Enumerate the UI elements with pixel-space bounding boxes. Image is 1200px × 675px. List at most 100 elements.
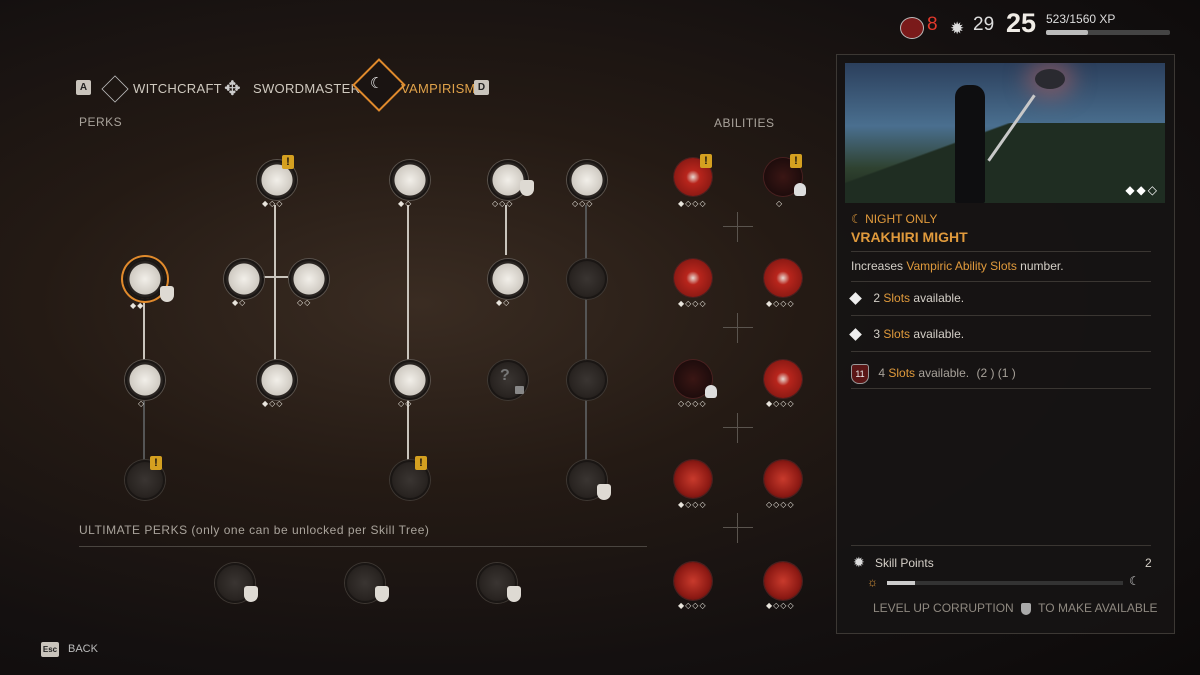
tab-next-key[interactable]: D — [474, 80, 489, 95]
perk-description: Increases Vampiric Ability Slots number. — [851, 259, 1151, 273]
perk-node[interactable] — [390, 360, 430, 400]
rank-diamonds: ◆◆◇ — [1125, 183, 1159, 197]
rank-3-word: Slots — [888, 366, 916, 381]
vampire-badge-icon — [1021, 602, 1032, 615]
perk-connector — [585, 205, 587, 460]
vampire-badge-icon — [597, 484, 611, 500]
ability-node[interactable] — [674, 562, 712, 600]
rank-dots: ◆◇◇ — [262, 199, 284, 208]
rank-2-word: Slots — [883, 327, 911, 341]
skill-points-value: 29 — [973, 14, 995, 35]
rank-dots: ◇ — [138, 399, 146, 408]
skill-points-label: Skill Points — [875, 556, 934, 570]
skull-icon — [705, 385, 717, 398]
perk-node[interactable] — [289, 259, 329, 299]
perk-connector — [407, 400, 409, 460]
perks-heading: PERKS — [79, 115, 123, 129]
rank-1-count: 2 — [873, 291, 881, 305]
rank-dots: ◆◇◇◇ — [766, 299, 795, 308]
rank-1-row: 2 Slots available. — [849, 291, 1151, 306]
perk-node[interactable] — [488, 259, 528, 299]
ability-node[interactable] — [764, 460, 802, 498]
detail-panel: ◆◆◇ ☾ NIGHT ONLY VRAKHIRI MIGHT Increase… — [836, 54, 1175, 634]
ability-node[interactable] — [764, 259, 802, 297]
perk-connector — [262, 276, 288, 278]
rank-3-row: 11 4 Slots available. (2 ) (1 ) — [851, 364, 1151, 384]
question-mark-icon: ? — [500, 367, 510, 384]
corruption-icon — [900, 17, 924, 39]
divider — [851, 388, 1151, 389]
corruption-value: 8 — [927, 14, 938, 35]
witchcraft-icon — [101, 75, 129, 103]
artwork-moon — [1035, 69, 1065, 89]
corruption-progress-bar — [887, 581, 1123, 585]
tab-witchcraft[interactable]: WITCHCRAFT — [133, 81, 222, 96]
ability-node[interactable] — [674, 259, 712, 297]
rank-dots: ◇◇ — [398, 399, 413, 408]
perk-node[interactable] — [224, 259, 264, 299]
tab-prev-key[interactable]: A — [76, 80, 91, 95]
rank-dots: ◇◇◇◇ — [766, 500, 795, 509]
swordmastery-icon: ✥ — [224, 78, 241, 100]
vampire-badge-icon — [160, 286, 174, 302]
rank-dots: ◆◇◇ — [262, 399, 284, 408]
abilities-heading: ABILITIES — [714, 116, 775, 130]
tab-vampirism[interactable]: VAMPIRISM — [401, 81, 476, 96]
esc-key[interactable]: Esc — [41, 642, 59, 657]
perk-node-locked[interactable] — [567, 259, 607, 299]
perk-node-locked[interactable] — [567, 360, 607, 400]
xp-text: 523/1560 XP — [1046, 12, 1116, 26]
ability-slot-cross — [723, 212, 753, 242]
ability-slot-cross — [723, 413, 753, 443]
perk-connector — [505, 205, 507, 255]
perk-connector — [407, 205, 409, 360]
ultimate-divider — [79, 546, 647, 547]
rank-dots: ◆◇ — [496, 298, 511, 307]
level-up-hint: LEVEL UP CORRUPTION TO MAKE AVAILABLE — [873, 601, 1158, 615]
rank-dots: ◇ — [776, 199, 784, 208]
corruption-progress-fill — [887, 581, 916, 585]
corruption-badge-icon: 11 — [851, 364, 869, 384]
perk-artwork: ◆◆◇ — [845, 63, 1165, 203]
xp-bar — [1046, 30, 1170, 35]
moon-icon: ☾ — [1129, 574, 1140, 588]
rank-dots: ◇◇ — [297, 298, 312, 307]
warning-icon: ! — [700, 154, 712, 168]
ability-node[interactable] — [764, 360, 802, 398]
ability-node[interactable] — [764, 562, 802, 600]
rank-dots: ◆◇◇◇ — [678, 500, 707, 509]
level-up-text-end: TO MAKE AVAILABLE — [1038, 601, 1158, 615]
rank-1-rest: available. — [910, 291, 965, 305]
divider — [851, 281, 1151, 282]
desc-text-end: number. — [1016, 259, 1064, 273]
divider — [851, 251, 1151, 252]
desc-text: Increases — [851, 259, 907, 273]
desc-highlight: Vampiric Ability Slots — [906, 259, 1017, 273]
warning-icon: ! — [790, 154, 802, 168]
perk-connector — [274, 205, 276, 360]
rank-dots: ◆◇◇◇ — [766, 399, 795, 408]
rank-dots: ◆◆ — [130, 301, 145, 310]
perk-connector — [143, 400, 145, 460]
vampire-badge-icon — [375, 586, 389, 602]
rank-dots: ◆◇◇◇ — [678, 199, 707, 208]
perk-node[interactable] — [567, 160, 607, 200]
vampire-badge-icon — [520, 180, 534, 196]
back-button[interactable]: BACK — [68, 643, 98, 655]
xp-bar-fill — [1046, 30, 1088, 35]
lock-icon — [515, 386, 524, 394]
perk-node[interactable] — [125, 360, 165, 400]
tab-swordmastery[interactable]: SWORDMASTERY — [253, 81, 369, 96]
divider — [851, 545, 1151, 546]
perk-node[interactable] — [390, 160, 430, 200]
perk-node[interactable] — [257, 360, 297, 400]
vampirism-fang-icon: ☾ — [370, 75, 384, 92]
rank-diamond-icon — [849, 328, 862, 342]
perk-node-vrakhiri-might[interactable] — [125, 259, 165, 299]
ability-slot-cross — [723, 313, 753, 343]
rank-dots: ◆◇◇◇ — [766, 601, 795, 610]
moon-icon: ☾ — [851, 212, 862, 226]
rank-3-rest: available. — [915, 366, 970, 381]
ability-node[interactable] — [674, 460, 712, 498]
rank-dots: ◇◇◇ — [492, 199, 514, 208]
